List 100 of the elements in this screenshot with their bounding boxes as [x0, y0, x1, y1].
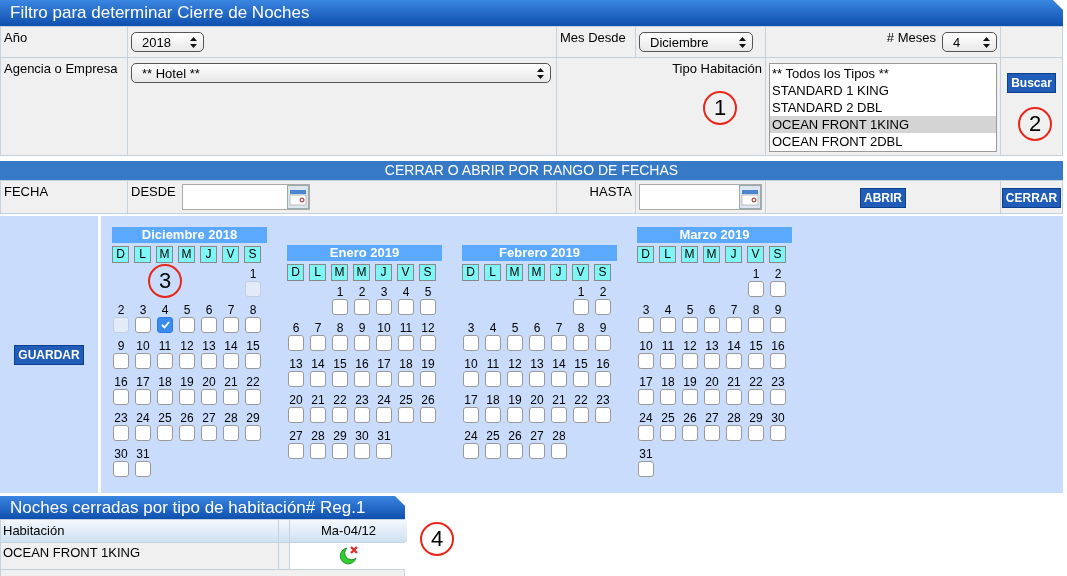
day-checkbox[interactable] — [770, 316, 786, 333]
day-checkbox[interactable] — [113, 460, 129, 477]
day-checkbox[interactable] — [551, 442, 567, 459]
room-type-option[interactable]: ** Todos los Tipos ** — [770, 65, 996, 82]
day-checkbox[interactable] — [245, 316, 261, 333]
day-checkbox[interactable] — [748, 316, 764, 333]
day-checkbox[interactable] — [376, 334, 392, 351]
to-date-field[interactable] — [639, 184, 762, 210]
day-checkbox[interactable] — [223, 352, 239, 369]
search-button[interactable]: Buscar — [1007, 73, 1056, 93]
day-checkbox[interactable] — [748, 388, 764, 405]
day-checkbox[interactable] — [551, 334, 567, 351]
day-checkbox[interactable] — [135, 388, 151, 405]
day-checkbox[interactable] — [704, 352, 720, 369]
room-type-option[interactable]: OCEAN FRONT 1KING — [770, 116, 996, 133]
day-checkbox[interactable] — [726, 424, 742, 441]
day-checkbox[interactable] — [201, 352, 217, 369]
day-checkbox[interactable] — [245, 388, 261, 405]
day-checkbox[interactable] — [157, 424, 173, 441]
day-checkbox[interactable] — [529, 334, 545, 351]
day-checkbox[interactable] — [113, 388, 129, 405]
months-count-select[interactable]: 4 — [942, 32, 997, 52]
day-checkbox[interactable] — [223, 388, 239, 405]
day-checkbox[interactable] — [310, 406, 326, 423]
day-checkbox[interactable] — [420, 298, 436, 315]
room-type-option[interactable]: OCEAN FRONT 2DBL — [770, 133, 996, 150]
day-checkbox[interactable] — [398, 406, 414, 423]
day-checkbox[interactable] — [726, 352, 742, 369]
day-checkbox[interactable] — [288, 334, 304, 351]
day-checkbox[interactable] — [223, 424, 239, 441]
day-checkbox[interactable] — [135, 316, 151, 333]
day-checkbox[interactable] — [288, 406, 304, 423]
day-checkbox[interactable] — [420, 370, 436, 387]
day-checkbox[interactable] — [529, 442, 545, 459]
day-checkbox[interactable] — [398, 334, 414, 351]
day-checkbox[interactable] — [682, 424, 698, 441]
day-checkbox[interactable] — [507, 442, 523, 459]
day-checkbox[interactable] — [529, 370, 545, 387]
day-checkbox[interactable] — [201, 424, 217, 441]
day-checkbox[interactable] — [770, 424, 786, 441]
day-checkbox[interactable] — [704, 388, 720, 405]
day-checkbox[interactable] — [463, 334, 479, 351]
day-checkbox[interactable] — [573, 406, 589, 423]
day-checkbox[interactable] — [354, 442, 370, 459]
day-checkbox[interactable] — [682, 352, 698, 369]
day-checkbox[interactable] — [638, 352, 654, 369]
year-select[interactable]: 2018 — [131, 32, 204, 52]
day-checkbox[interactable] — [748, 280, 764, 297]
day-checkbox[interactable] — [595, 406, 611, 423]
day-checkbox[interactable] — [529, 406, 545, 423]
day-checkbox[interactable] — [726, 388, 742, 405]
day-checkbox[interactable] — [113, 352, 129, 369]
day-checkbox[interactable] — [551, 406, 567, 423]
day-checkbox[interactable] — [332, 298, 348, 315]
day-checkbox[interactable] — [332, 370, 348, 387]
day-checkbox[interactable] — [595, 334, 611, 351]
day-checkbox[interactable] — [332, 334, 348, 351]
room-type-list[interactable]: ** Todos los Tipos ** STANDARD 1 KING STANDARD 2 DBL OCEAN FRONT 1KING OCEAN FRONT 2DBL — [769, 63, 997, 152]
day-checkbox[interactable] — [770, 352, 786, 369]
day-checkbox[interactable] — [638, 316, 654, 333]
day-checkbox[interactable] — [310, 442, 326, 459]
day-checkbox[interactable] — [638, 388, 654, 405]
day-checkbox[interactable] — [485, 334, 501, 351]
day-checkbox[interactable] — [135, 424, 151, 441]
agency-select[interactable]: ** Hotel ** — [131, 63, 551, 83]
day-checkbox[interactable] — [376, 442, 392, 459]
month-select[interactable]: Diciembre — [639, 32, 753, 52]
day-checkbox[interactable] — [398, 370, 414, 387]
day-checkbox[interactable] — [660, 352, 676, 369]
day-checkbox[interactable] — [770, 388, 786, 405]
day-checkbox[interactable] — [288, 442, 304, 459]
day-checkbox[interactable] — [179, 352, 195, 369]
day-checkbox[interactable] — [398, 298, 414, 315]
day-checkbox[interactable] — [573, 334, 589, 351]
day-checkbox[interactable] — [573, 370, 589, 387]
open-button[interactable]: ABRIR — [860, 188, 906, 208]
day-checkbox[interactable] — [113, 424, 129, 441]
day-checkbox[interactable] — [748, 352, 764, 369]
day-checkbox[interactable] — [726, 316, 742, 333]
day-checkbox[interactable] — [682, 388, 698, 405]
day-checkbox[interactable] — [748, 424, 764, 441]
day-checkbox[interactable] — [354, 406, 370, 423]
day-checkbox[interactable] — [135, 460, 151, 477]
day-checkbox[interactable] — [201, 388, 217, 405]
day-checkbox[interactable] — [354, 334, 370, 351]
day-checkbox[interactable] — [354, 298, 370, 315]
day-checkbox[interactable] — [332, 406, 348, 423]
day-checkbox[interactable] — [660, 424, 676, 441]
day-checkbox[interactable] — [135, 352, 151, 369]
close-button[interactable]: CERRAR — [1001, 188, 1062, 208]
day-checkbox[interactable] — [288, 370, 304, 387]
day-checkbox[interactable] — [354, 370, 370, 387]
day-checkbox[interactable] — [376, 406, 392, 423]
day-checkbox[interactable] — [507, 370, 523, 387]
day-checkbox[interactable] — [332, 442, 348, 459]
day-checkbox[interactable] — [595, 298, 611, 315]
day-checkbox[interactable] — [507, 406, 523, 423]
day-checkbox[interactable] — [310, 370, 326, 387]
day-checkbox[interactable] — [463, 370, 479, 387]
day-checkbox[interactable] — [245, 352, 261, 369]
